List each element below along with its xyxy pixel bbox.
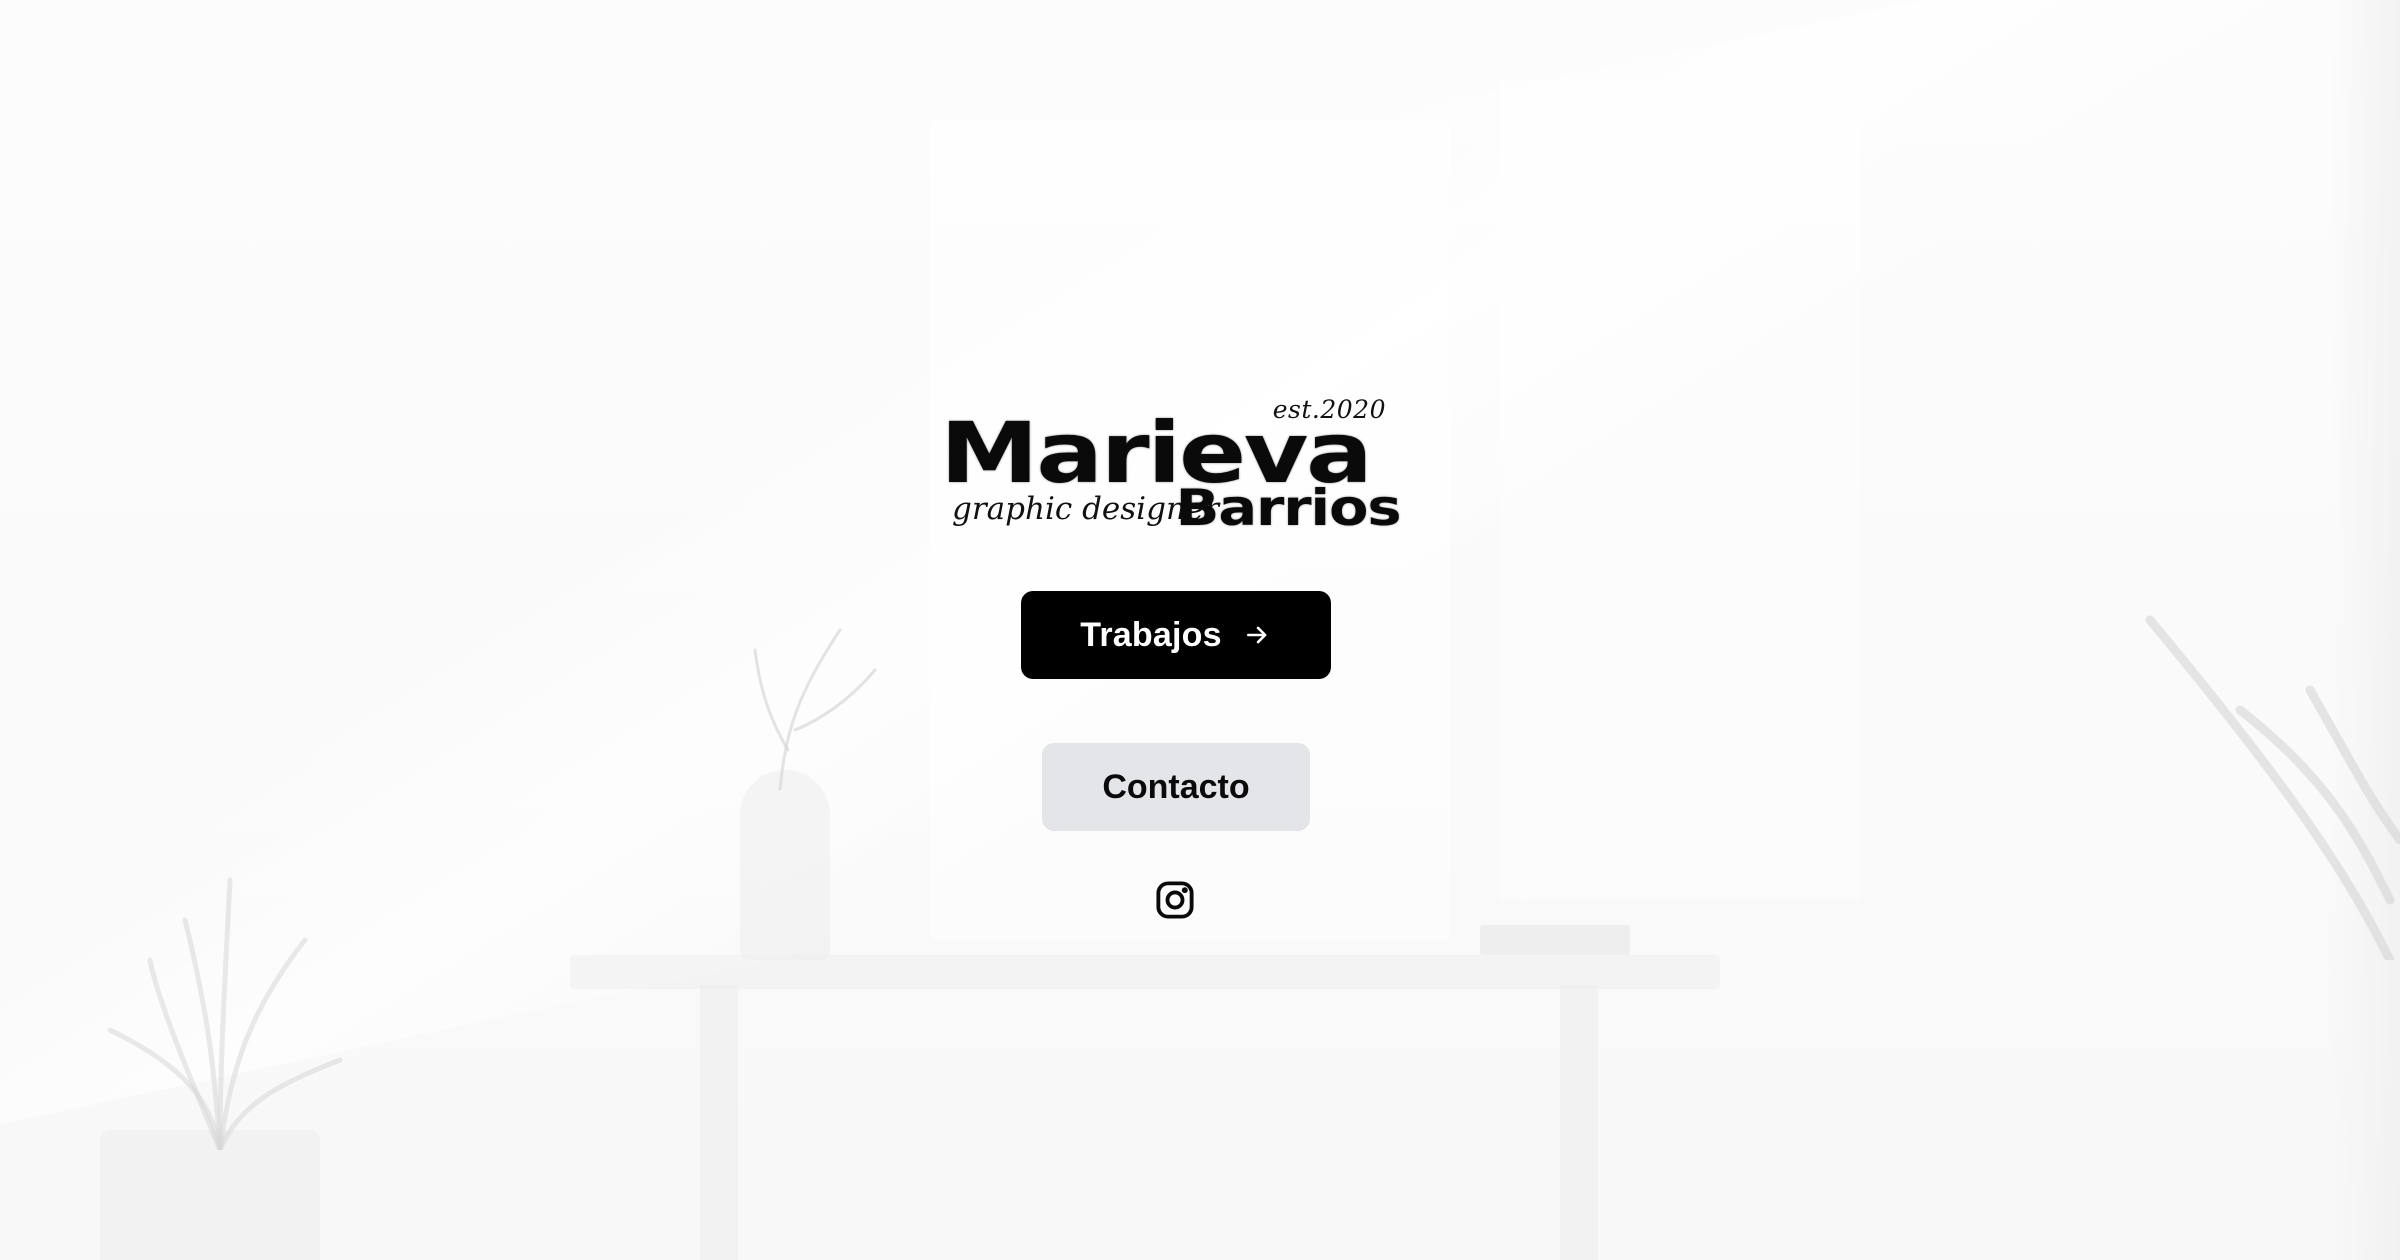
instagram-icon [1156, 881, 1194, 919]
brand-logo[interactable]: est.2020 Marieva graphic designer Barrio… [940, 395, 1401, 537]
contacto-button[interactable]: Contacto [1042, 743, 1310, 831]
instagram-link[interactable] [1153, 878, 1197, 922]
trabajos-button[interactable]: Trabajos [1021, 591, 1331, 679]
contacto-button-label: Contacto [1102, 767, 1250, 806]
landing-page: est.2020 Marieva graphic designer Barrio… [0, 0, 2400, 1260]
main-content: est.2020 Marieva graphic designer Barrio… [0, 0, 2400, 1260]
trabajos-button-label: Trabajos [1080, 615, 1222, 654]
logo-last-name: Barrios [1175, 479, 1401, 537]
arrow-right-icon [1242, 620, 1272, 650]
